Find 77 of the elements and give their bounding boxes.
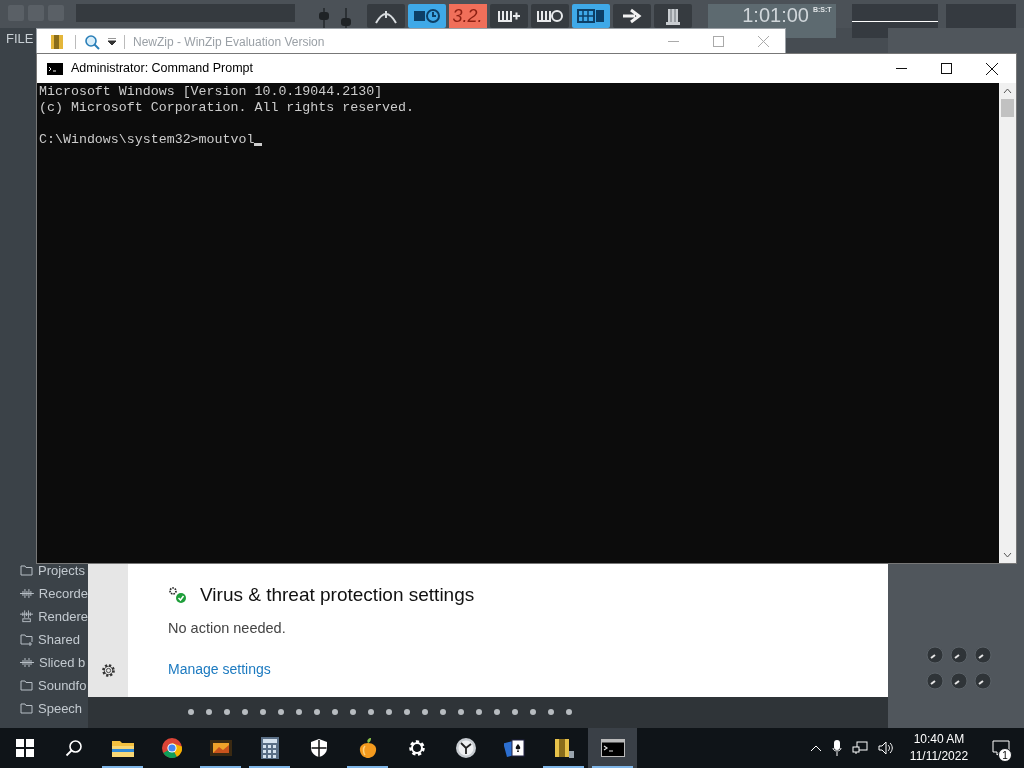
manage-settings-link[interactable]: Manage settings — [168, 659, 271, 681]
chevron-up-icon[interactable] — [810, 744, 822, 752]
toolbar-button[interactable] — [653, 4, 692, 28]
playing-cards-icon — [503, 738, 526, 758]
speaker-icon[interactable] — [878, 741, 894, 755]
folder-icon — [110, 738, 135, 758]
toolbar-button[interactable] — [612, 4, 651, 28]
folder-icon — [20, 680, 33, 691]
clock-icon — [454, 737, 477, 759]
pattern-loop-icon — [535, 8, 564, 24]
waveform-icon — [20, 588, 34, 599]
waveform-icon — [20, 610, 34, 623]
browser-item[interactable]: Shared — [38, 632, 80, 647]
browser-icon — [160, 737, 183, 759]
pattern-clock-icon — [412, 8, 441, 24]
arc-icon — [373, 8, 398, 24]
notification-title: Virus & threat protection settings — [200, 583, 475, 607]
browser-item[interactable]: Recorde — [38, 586, 88, 601]
plug-icon — [663, 6, 682, 26]
knob-icon — [974, 646, 992, 664]
search-icon — [84, 33, 100, 50]
file-menu[interactable]: FILE — [6, 29, 34, 49]
window-title: Administrator: Command Prompt — [71, 60, 253, 78]
browser-item[interactable]: Projects — [38, 563, 85, 578]
network-icon[interactable] — [852, 741, 868, 755]
waveform-icon — [20, 657, 34, 668]
settings-icon[interactable] — [99, 662, 117, 679]
microphone-icon[interactable] — [832, 740, 842, 756]
browser-item[interactable]: Sliced b — [39, 655, 86, 670]
settings-icon — [406, 738, 427, 758]
command-prompt-icon — [600, 739, 625, 757]
digital-display: 3.2. — [448, 4, 487, 28]
browser-item[interactable]: Soundfo — [38, 678, 87, 693]
archive-icon — [552, 737, 575, 759]
calculator-icon — [260, 737, 279, 759]
toolbar-button[interactable] — [571, 4, 610, 28]
toolbar-button[interactable] — [407, 4, 446, 28]
clock-button[interactable]: 10:40 AM 11/11/2022 — [900, 728, 978, 768]
text-cursor — [254, 143, 263, 146]
scrollbar[interactable] — [999, 83, 1016, 563]
toolbar-button[interactable] — [489, 4, 528, 28]
film-icon — [208, 738, 233, 758]
action-center-button[interactable]: 1 — [978, 728, 1024, 768]
console[interactable]: Microsoft Windows [Version 10.0.19044.2130] (c) Microsoft Corporation. All rights reserved. C:\Windows\system32>moutvol — [37, 83, 999, 563]
console-line: C:\Windows\system32>moutvol — [39, 132, 255, 148]
console-line: (c) Microsoft Corporation. All rights reserved. — [39, 100, 415, 116]
shield-icon — [309, 738, 328, 758]
knob-icon — [950, 646, 968, 664]
time-value: 1:01:00 — [742, 4, 809, 26]
knob-icon — [974, 672, 992, 690]
scroll-thumb[interactable] — [1001, 99, 1014, 117]
folder-plus-icon — [20, 633, 33, 646]
maximize-icon[interactable] — [941, 63, 952, 74]
arrow-icon — [620, 8, 643, 24]
knob-icon — [926, 646, 944, 664]
notification-count: 1 — [998, 748, 1012, 762]
close-icon[interactable] — [986, 62, 998, 75]
pattern-plus-icon — [496, 8, 521, 24]
console-line: Microsoft Windows [Version 10.0.19044.2130] — [39, 84, 383, 100]
browser-item[interactable]: Rendere — [38, 609, 88, 624]
gears-check-icon — [168, 586, 188, 605]
dropdown-icon[interactable] — [108, 37, 116, 46]
taskbar-button[interactable] — [588, 728, 637, 768]
search-icon — [64, 739, 83, 757]
toolbar-button[interactable] — [366, 4, 405, 28]
knob-icon — [926, 672, 944, 690]
browser-item[interactable]: Speech — [38, 701, 83, 716]
toolbar-button[interactable] — [530, 4, 569, 28]
command-prompt-icon — [47, 62, 63, 75]
meter-panel — [945, 4, 1016, 28]
knob-icon — [950, 672, 968, 690]
windows-start-icon — [15, 739, 34, 757]
folder-icon — [20, 565, 33, 576]
window-title: NewZip - WinZip Evaluation Version — [133, 33, 325, 51]
piano-roll-icon — [576, 8, 605, 24]
folder-icon — [20, 703, 33, 714]
notification-message: No action needed. — [168, 618, 287, 638]
